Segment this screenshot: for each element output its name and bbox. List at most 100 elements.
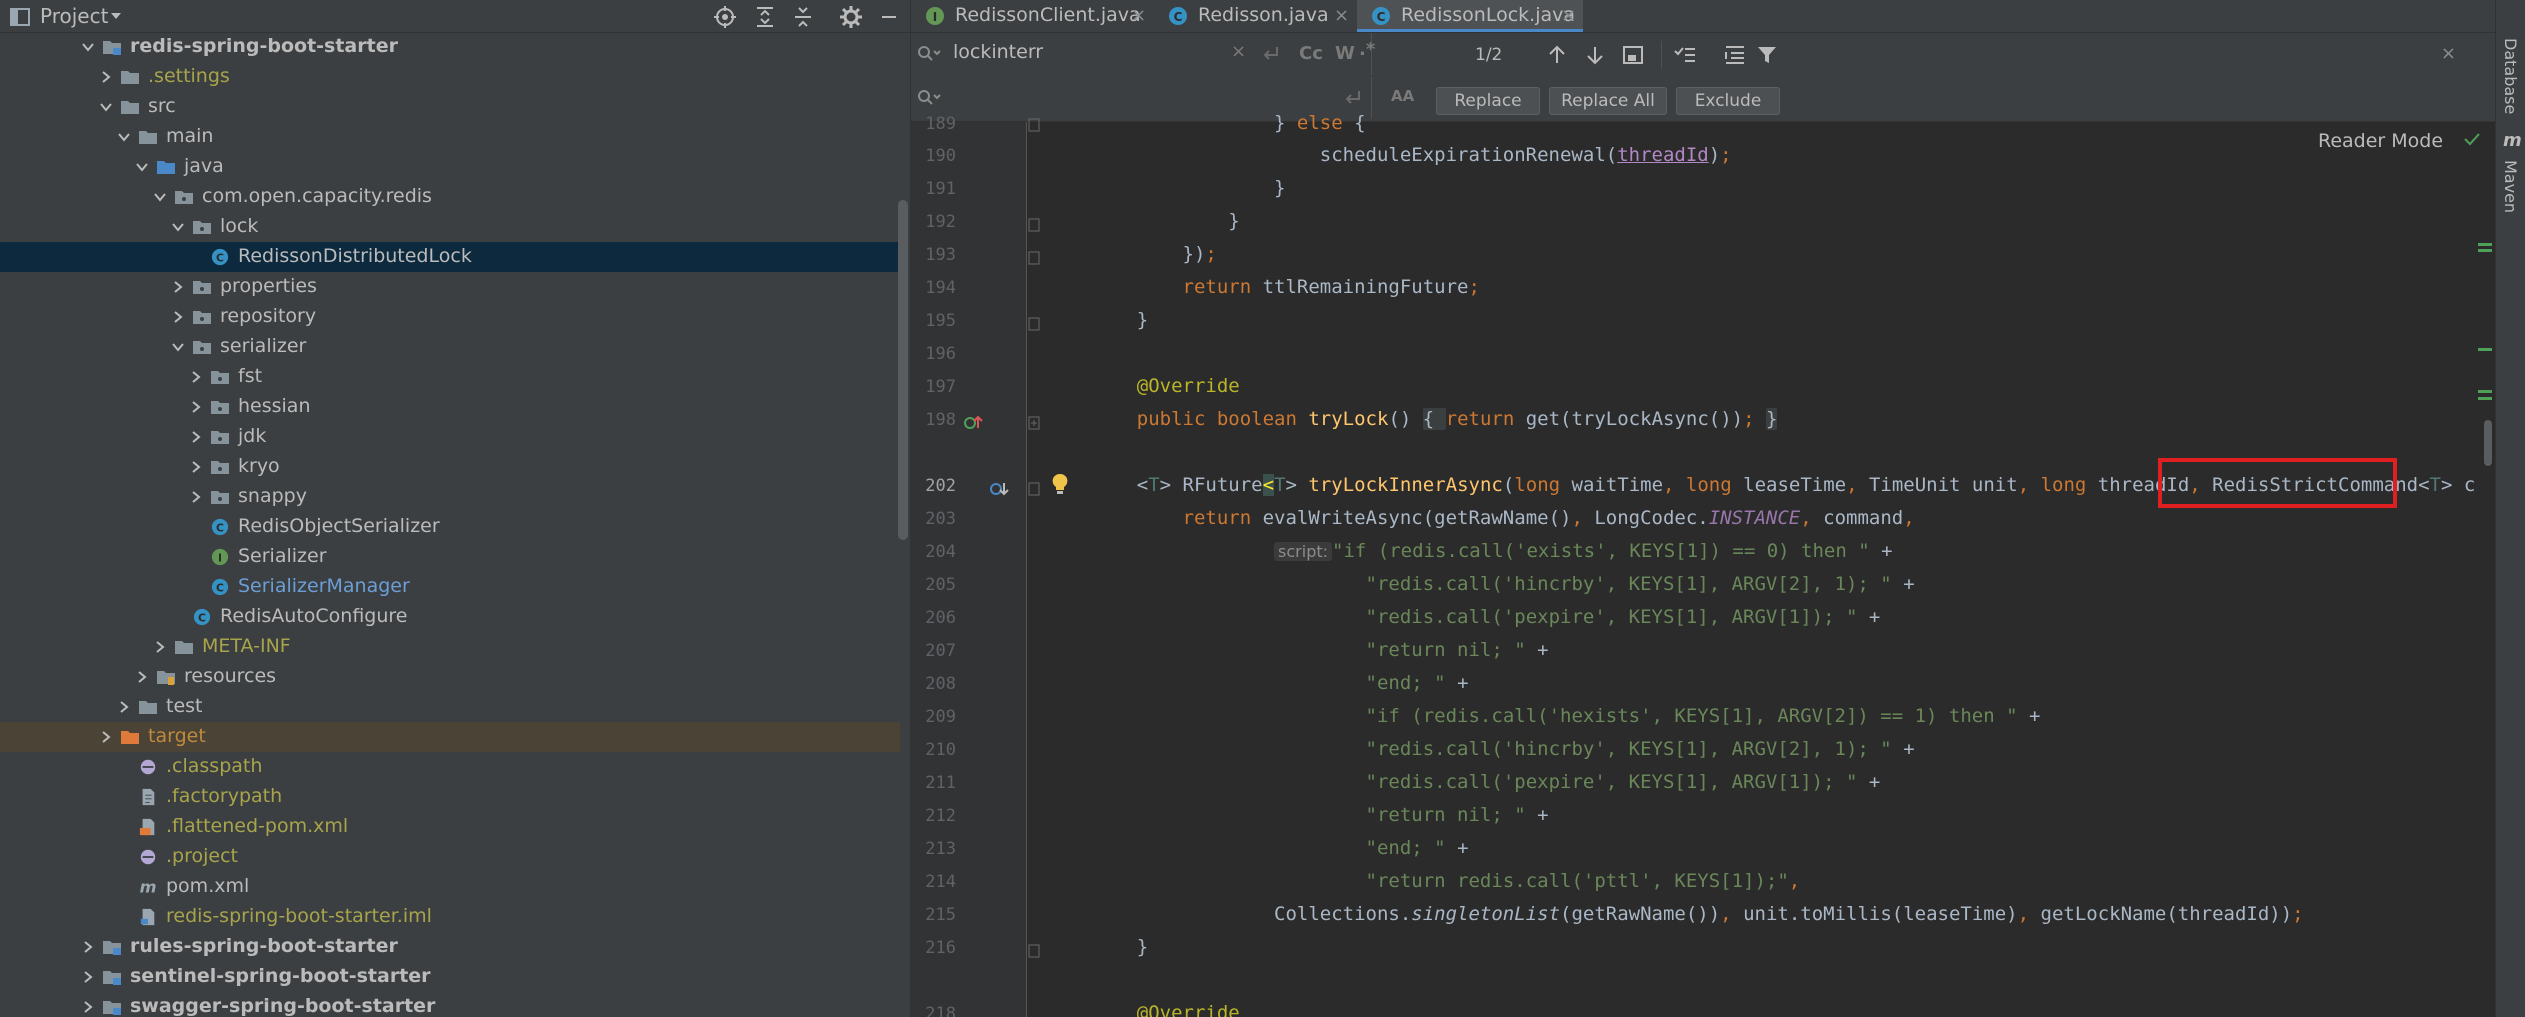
chevron-down-icon[interactable]	[100, 101, 112, 113]
stripe-mark[interactable]	[2478, 249, 2492, 252]
fold-marker-icon[interactable]	[1028, 218, 1040, 232]
chevron-right-icon[interactable]	[82, 941, 94, 953]
fold-marker-icon[interactable]	[1028, 482, 1040, 496]
fold-marker-icon[interactable]	[1028, 317, 1040, 331]
chevron-down-icon[interactable]	[118, 131, 130, 143]
chevron-down-icon[interactable]	[154, 191, 166, 203]
tree-row[interactable]: META-INF	[0, 632, 900, 662]
chevron-down-icon[interactable]	[136, 161, 148, 173]
chevron-right-icon[interactable]	[82, 971, 94, 983]
tree-row[interactable]: .project	[0, 842, 900, 872]
stripe-mark[interactable]	[2478, 390, 2492, 393]
close-icon[interactable]: ×	[1131, 5, 1146, 26]
select-all-occurrences-icon[interactable]	[1621, 43, 1645, 67]
tree-row[interactable]: main	[0, 122, 900, 152]
override-method-icon[interactable]	[963, 414, 985, 432]
filter-settings-icon[interactable]	[1673, 43, 1697, 67]
tree-row[interactable]: I Serializer	[0, 542, 900, 572]
collapse-all-icon[interactable]	[790, 4, 816, 30]
tree-row[interactable]: redis-spring-boot-starter.iml	[0, 902, 900, 932]
check-icon[interactable]	[2463, 132, 2481, 146]
search-input[interactable]: lockinterr	[953, 41, 1043, 63]
chevron-right-icon[interactable]	[190, 491, 202, 503]
chevron-right-icon[interactable]	[172, 281, 184, 293]
tree-row[interactable]: C SerializerManager	[0, 572, 900, 602]
tree-row[interactable]: fst	[0, 362, 900, 392]
tree-row[interactable]: src	[0, 92, 900, 122]
new-line-icon[interactable]	[1261, 45, 1281, 63]
close-icon[interactable]: ×	[2441, 43, 2456, 64]
close-icon[interactable]: ×	[1334, 5, 1349, 26]
tree-row[interactable]: hessian	[0, 392, 900, 422]
chevron-right-icon[interactable]	[190, 371, 202, 383]
tree-row[interactable]: rules-spring-boot-starter	[0, 932, 900, 962]
project-scrollbar[interactable]	[898, 200, 908, 540]
tree-row[interactable]: .flattened-pom.xml	[0, 812, 900, 842]
search-in-selection-icon[interactable]	[1723, 43, 1747, 67]
tree-row[interactable]: kryo	[0, 452, 900, 482]
chevron-down-icon[interactable]	[172, 221, 184, 233]
exclude-button[interactable]: Exclude	[1676, 87, 1780, 115]
tree-row[interactable]: serializer	[0, 332, 900, 362]
tree-row[interactable]: .settings	[0, 62, 900, 92]
tree-row[interactable]: properties	[0, 272, 900, 302]
stripe-mark[interactable]	[2478, 397, 2492, 400]
chevron-right-icon[interactable]	[190, 401, 202, 413]
tree-row[interactable]: C RedisAutoConfigure	[0, 602, 900, 632]
tree-row[interactable]: jdk	[0, 422, 900, 452]
replace-button[interactable]: Replace	[1436, 87, 1540, 115]
chevron-down-icon[interactable]	[110, 12, 122, 20]
filter-icon[interactable]	[1755, 43, 1779, 67]
editor-scrollbar[interactable]	[2484, 420, 2492, 466]
chevron-right-icon[interactable]	[190, 461, 202, 473]
arrow-down-icon[interactable]	[1583, 43, 1607, 67]
chevron-right-icon[interactable]	[136, 671, 148, 683]
tree-row[interactable]: C RedissonDistributedLock	[0, 242, 900, 272]
chevron-right-icon[interactable]	[82, 1001, 94, 1013]
tree-row[interactable]: test	[0, 692, 900, 722]
implementation-icon[interactable]	[989, 480, 1011, 498]
search-icon[interactable]	[917, 45, 941, 63]
database-tool-button[interactable]: Database	[2501, 38, 2520, 114]
gear-icon[interactable]	[838, 4, 864, 30]
project-view-icon[interactable]	[10, 8, 30, 26]
tab-redisson-lock[interactable]: C RedissonLock.java ×	[1357, 0, 1583, 32]
preserve-case-toggle[interactable]: AA	[1391, 87, 1414, 105]
chevron-right-icon[interactable]	[190, 431, 202, 443]
fold-marker-icon[interactable]	[1028, 118, 1040, 132]
expand-all-icon[interactable]	[752, 4, 778, 30]
tree-row[interactable]: snappy	[0, 482, 900, 512]
chevron-right-icon[interactable]	[100, 71, 112, 83]
chevron-right-icon[interactable]	[100, 731, 112, 743]
tree-row[interactable]: C RedisObjectSerializer	[0, 512, 900, 542]
tree-row[interactable]: java	[0, 152, 900, 182]
chevron-down-icon[interactable]	[172, 341, 184, 353]
tree-row[interactable]: lock	[0, 212, 900, 242]
match-case-toggle[interactable]: Cc	[1299, 43, 1323, 64]
close-icon[interactable]: ×	[1561, 5, 1576, 26]
tree-row[interactable]: m pom.xml	[0, 872, 900, 902]
code-view[interactable]: Reader Mode 189 190 191 192 193 194 195 …	[911, 112, 2496, 1017]
chevron-down-icon[interactable]	[82, 41, 94, 53]
locate-target-icon[interactable]	[712, 4, 738, 30]
hide-panel-icon[interactable]	[876, 4, 902, 30]
project-title[interactable]: Project	[40, 4, 108, 28]
tree-row[interactable]: repository	[0, 302, 900, 332]
reader-mode-button[interactable]: Reader Mode	[2318, 130, 2443, 152]
replace-all-button[interactable]: Replace All	[1549, 87, 1667, 115]
tree-row[interactable]: .classpath	[0, 752, 900, 782]
fold-marker-icon[interactable]	[1028, 944, 1040, 958]
chevron-right-icon[interactable]	[154, 641, 166, 653]
fold-marker-icon[interactable]	[1028, 416, 1040, 430]
chevron-right-icon[interactable]	[172, 311, 184, 323]
tree-row[interactable]: sentinel-spring-boot-starter	[0, 962, 900, 992]
fold-marker-icon[interactable]	[1028, 251, 1040, 265]
new-line-icon[interactable]	[1343, 89, 1363, 107]
search-icon[interactable]	[917, 89, 941, 107]
clear-icon[interactable]: ×	[1231, 41, 1246, 62]
tab-redisson-client[interactable]: I RedissonClient.java ×	[911, 0, 1151, 32]
chevron-right-icon[interactable]	[118, 701, 130, 713]
tree-row[interactable]: resources	[0, 662, 900, 692]
maven-tool-button[interactable]: Maven	[2501, 160, 2520, 213]
regex-toggle[interactable]: .*	[1359, 39, 1375, 60]
